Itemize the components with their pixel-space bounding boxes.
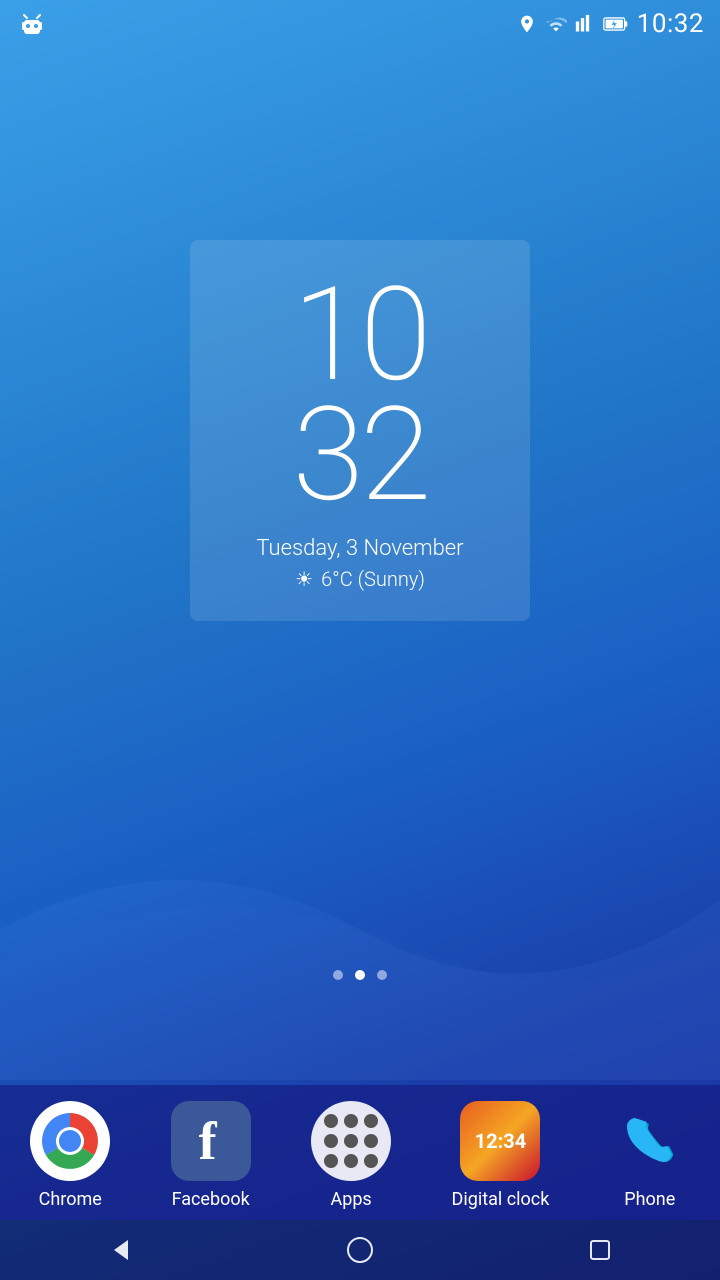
digital-clock-time: 12:34 xyxy=(475,1129,527,1153)
facebook-app[interactable]: f Facebook xyxy=(171,1101,251,1210)
apps-dot xyxy=(324,1154,338,1168)
dock: Chrome f Facebook Apps 12:34 xyxy=(0,1085,720,1220)
apps-dot xyxy=(324,1134,338,1148)
clock-weather-text: 6°C (Sunny) xyxy=(321,567,425,591)
apps-dot xyxy=(364,1154,378,1168)
android-icon xyxy=(16,8,48,40)
sun-icon: ☀ xyxy=(295,567,313,591)
chrome-label: Chrome xyxy=(39,1189,102,1210)
wifi-icon xyxy=(545,13,567,35)
facebook-icon: f xyxy=(171,1101,251,1181)
page-dot-3[interactable] xyxy=(377,970,387,980)
page-dot-1[interactable] xyxy=(333,970,343,980)
status-bar: 10:32 xyxy=(0,0,720,48)
page-dot-2[interactable] xyxy=(355,970,365,980)
clock-widget: 10 32 Tuesday, 3 November ☀ 6°C (Sunny) xyxy=(190,240,530,621)
apps-dot xyxy=(324,1114,338,1128)
signal-icon xyxy=(575,14,595,34)
home-button[interactable] xyxy=(330,1220,390,1280)
clock-date: Tuesday, 3 November xyxy=(210,536,510,561)
phone-icon xyxy=(610,1101,690,1181)
apps-dot xyxy=(344,1134,358,1148)
apps-icon xyxy=(311,1101,391,1181)
apps-launcher[interactable]: Apps xyxy=(311,1101,391,1210)
apps-dot xyxy=(344,1154,358,1168)
page-indicators xyxy=(333,970,387,980)
status-time: 10:32 xyxy=(637,9,704,39)
battery-icon xyxy=(603,14,629,34)
recents-button[interactable] xyxy=(570,1220,630,1280)
back-button[interactable] xyxy=(90,1220,150,1280)
apps-dot xyxy=(364,1134,378,1148)
facebook-f-letter: f xyxy=(199,1110,217,1172)
digital-clock-label: Digital clock xyxy=(452,1189,550,1210)
clock-minutes: 32 xyxy=(210,390,510,520)
apps-dots-grid xyxy=(324,1114,378,1168)
phone-label: Phone xyxy=(624,1189,675,1210)
status-bar-right: 10:32 xyxy=(517,9,704,39)
phone-svg-icon xyxy=(615,1106,685,1176)
location-icon xyxy=(517,14,537,34)
chrome-app[interactable]: Chrome xyxy=(30,1101,110,1210)
apps-dot xyxy=(364,1114,378,1128)
phone-app[interactable]: Phone xyxy=(610,1101,690,1210)
facebook-label: Facebook xyxy=(172,1189,250,1210)
nav-bar xyxy=(0,1220,720,1280)
clock-weather: ☀ 6°C (Sunny) xyxy=(210,567,510,591)
apps-label: Apps xyxy=(330,1189,371,1210)
digital-clock-app[interactable]: 12:34 Digital clock xyxy=(452,1101,550,1210)
status-bar-left xyxy=(16,8,48,40)
digital-clock-icon: 12:34 xyxy=(460,1101,540,1181)
chrome-icon xyxy=(30,1101,110,1181)
apps-dot xyxy=(344,1114,358,1128)
